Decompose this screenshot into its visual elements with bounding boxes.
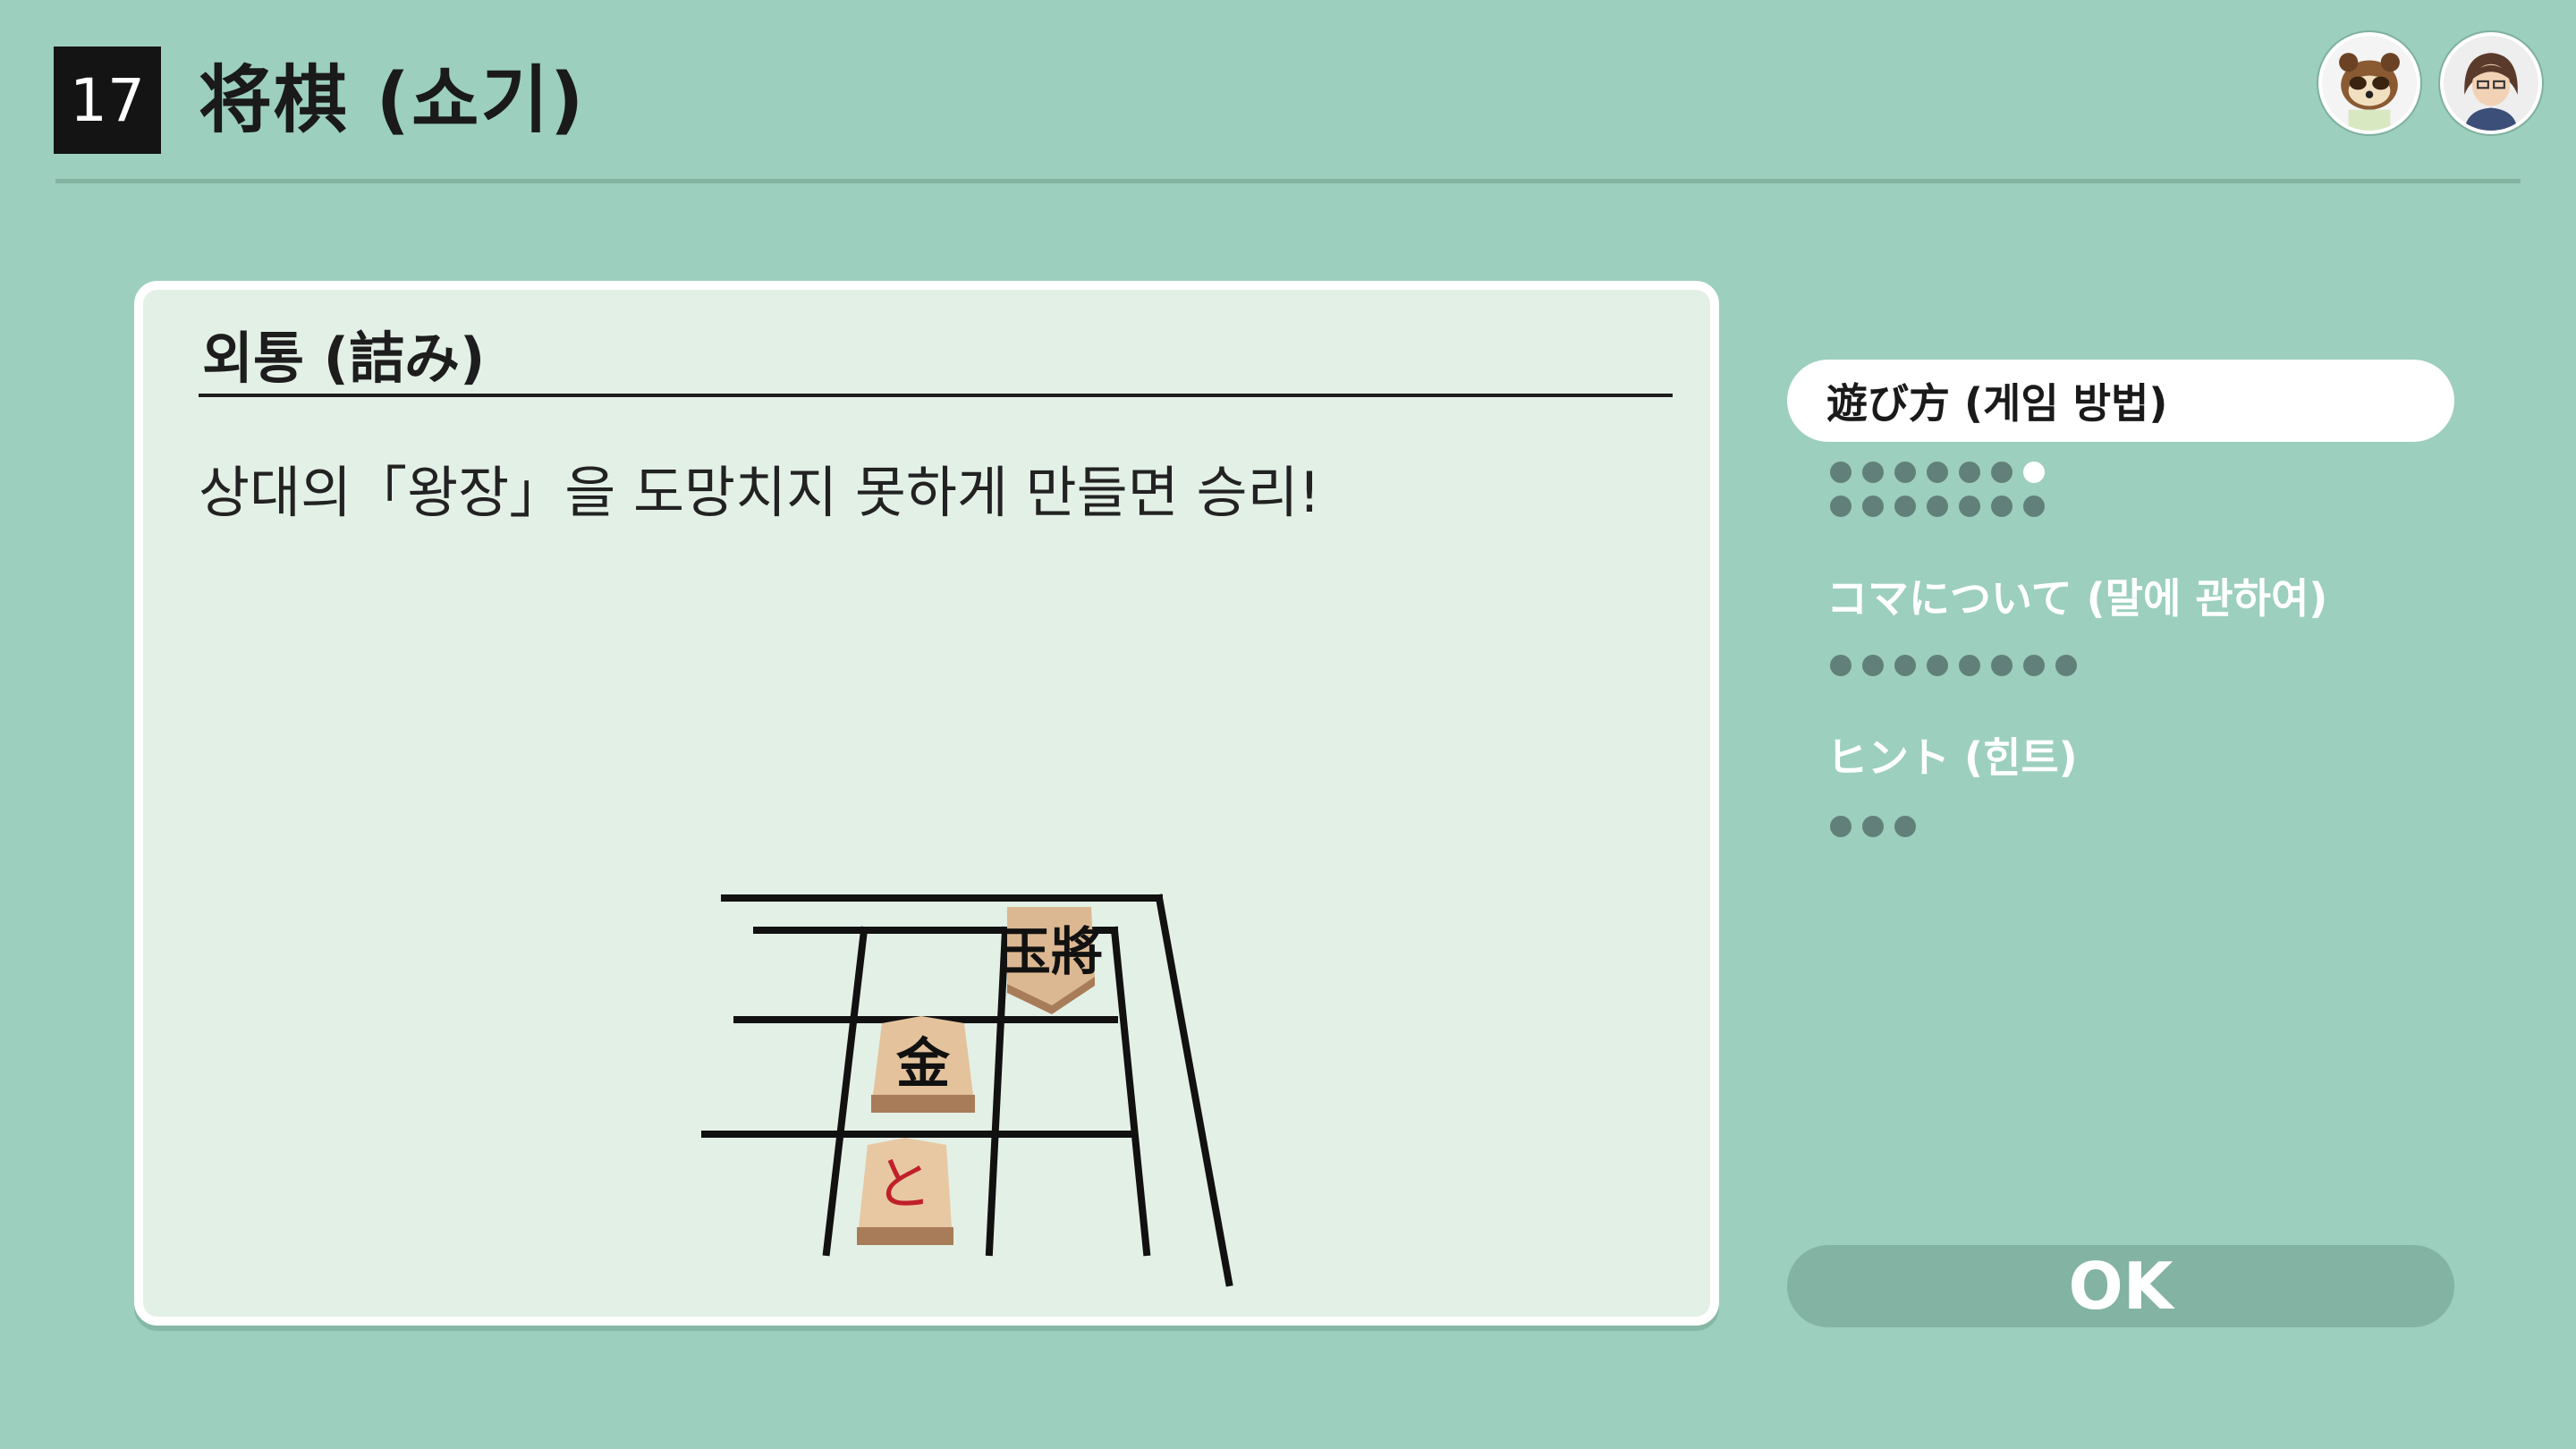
page-dot — [1862, 816, 1884, 837]
page-dot — [1927, 496, 1948, 517]
board-line — [1155, 894, 1233, 1287]
ok-button[interactable]: OK — [1787, 1245, 2454, 1327]
page-dot — [1894, 816, 1916, 837]
page-dot — [1862, 496, 1884, 517]
page-dot-current — [2023, 462, 2045, 483]
chapter-number: 17 — [54, 47, 161, 154]
page-dot — [1830, 496, 1852, 517]
king-piece-label: 玉將 — [999, 921, 1103, 982]
page-dot — [1959, 655, 1980, 676]
raccoon-avatar[interactable] — [2318, 32, 2420, 134]
page-dot — [1894, 496, 1916, 517]
board-line — [822, 926, 869, 1257]
page-dot — [1830, 462, 1852, 483]
how-to-play-page-dots — [1830, 462, 2045, 530]
page-dot — [1991, 462, 2012, 483]
board-line — [1110, 926, 1151, 1257]
page-dot — [1894, 655, 1916, 676]
page-dot — [2023, 496, 2045, 517]
page-dot — [1862, 462, 1884, 483]
king-piece: 玉將 — [999, 907, 1103, 1014]
user-avatar[interactable] — [2440, 32, 2542, 134]
raccoon-icon — [2322, 36, 2417, 131]
header-divider — [55, 179, 2521, 183]
menu-item-how-to-play[interactable]: 遊び方 (게임 방법) — [1787, 360, 2454, 442]
gold-piece-label: 金 — [896, 1033, 951, 1096]
page-dot — [1991, 496, 2012, 517]
tokin-piece: と — [857, 1138, 953, 1245]
hints-page-dots — [1830, 816, 1916, 850]
page-dot — [1862, 655, 1884, 676]
page-dot — [2023, 655, 2045, 676]
page-title: 将棋 (쇼기) — [199, 58, 586, 143]
page-dot — [1959, 496, 1980, 517]
page-dot — [1959, 462, 1980, 483]
page-dot — [1830, 816, 1852, 837]
gold-piece: 金 — [871, 1016, 975, 1113]
page-dot — [1927, 462, 1948, 483]
page-dot — [1830, 655, 1852, 676]
tokin-piece-label: と — [875, 1152, 932, 1218]
shogi-board-illustration: 玉將 金 と — [701, 894, 1233, 1287]
page-dot — [1894, 462, 1916, 483]
menu-item-hints[interactable]: ヒント (힌트) — [1787, 714, 2454, 796]
menu-item-about-pieces[interactable]: コマについて (말에 관하여) — [1787, 555, 2454, 637]
page-dot — [2055, 655, 2077, 676]
person-icon — [2444, 36, 2538, 131]
page-dot — [1927, 655, 1948, 676]
about-pieces-page-dots — [1830, 655, 2077, 689]
page-dot — [1991, 655, 2012, 676]
rules-panel: 외통 (詰み) 상대의「왕장」을 도망치지 못하게 만들면 승리! 玉將 金 と — [134, 281, 1719, 1326]
